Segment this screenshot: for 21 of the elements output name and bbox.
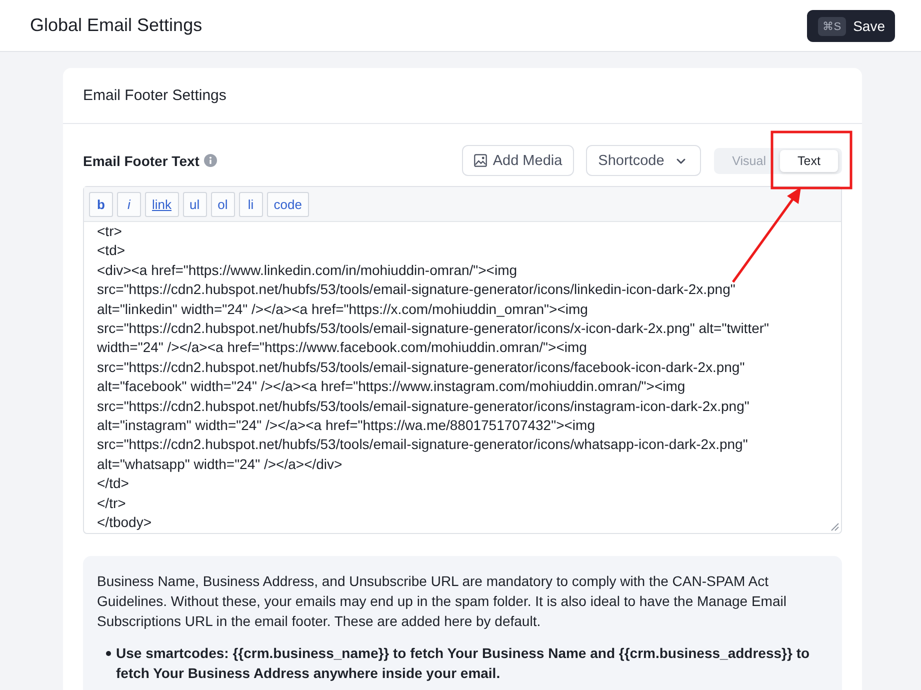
format-button[interactable]: ol — [210, 192, 235, 216]
mode-tab[interactable]: Text — [780, 150, 838, 172]
info-icon[interactable] — [204, 154, 218, 167]
format-button[interactable]: b — [89, 192, 113, 216]
shortcut-key-badge: ⌘S — [818, 16, 846, 36]
card-title: Email Footer Settings — [83, 87, 226, 104]
format-button[interactable]: i — [117, 192, 141, 216]
resize-grip-icon[interactable] — [831, 523, 839, 531]
image-icon — [474, 154, 487, 167]
format-button[interactable]: ul — [182, 192, 207, 216]
add-media-button[interactable]: Add Media — [462, 145, 574, 176]
format-button[interactable]: li — [238, 192, 263, 216]
format-button[interactable]: link — [145, 192, 179, 216]
format-button[interactable]: code — [266, 192, 309, 216]
shortcode-dropdown[interactable]: Shortcode — [586, 145, 702, 176]
save-button[interactable]: ⌘S Save — [806, 10, 895, 42]
bullet-icon — [106, 651, 111, 656]
field-label: Email Footer Text — [83, 152, 200, 168]
notice-bullet-text: Use smartcodes: {{crm.business_name}} to fetch Your Business Name and {{crm.business_address}} to fetch Your Business Address anywhere inside your email. — [116, 644, 811, 683]
page-title: Global Email Settings — [30, 15, 202, 36]
notice-text: Business Name, Business Address, and Unsubscribe URL are mandatory to comply with the CAN-SPAM Act Guidelines. Without these, your emails may end up in the spam folder. It is also ideal to have the Manage Email Subscriptions URL in the email footer. These are added here by default. — [97, 572, 788, 631]
